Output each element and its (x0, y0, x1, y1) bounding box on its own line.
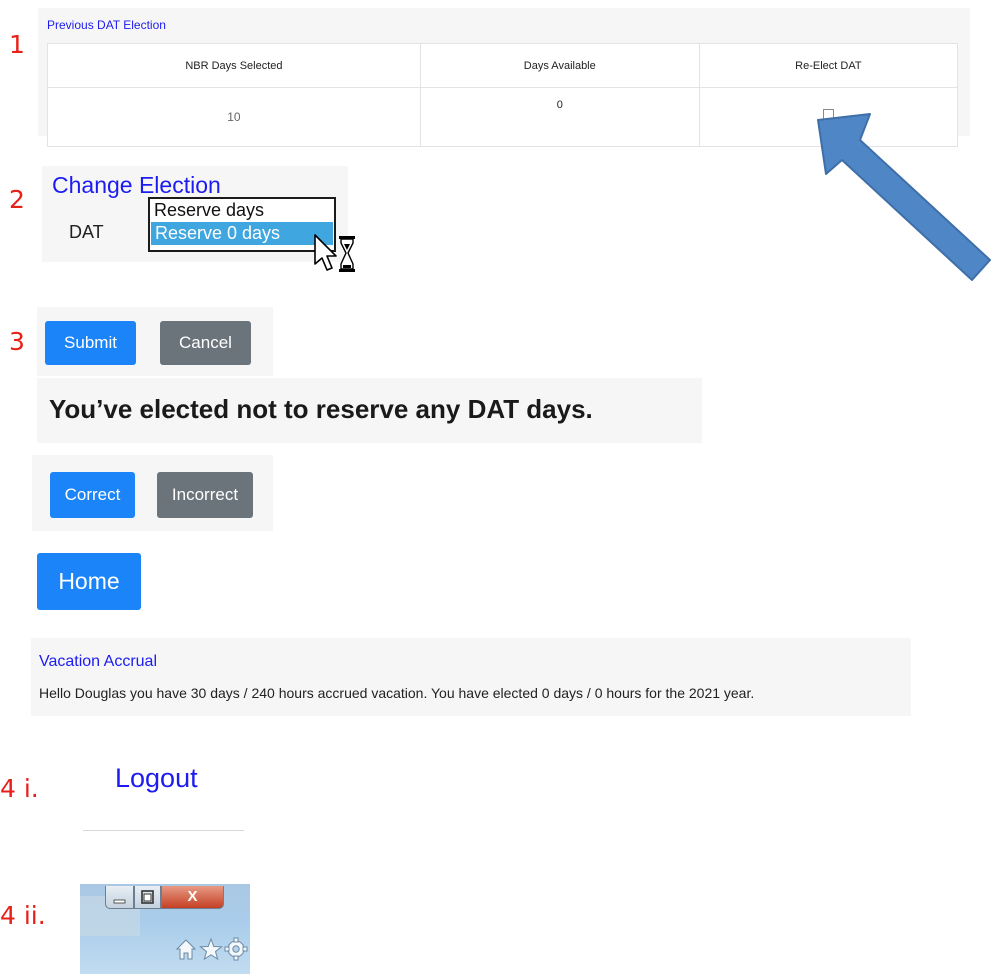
vacation-accrual-title: Vacation Accrual (39, 653, 157, 670)
minimize-icon (113, 899, 126, 904)
restore-icon (141, 890, 154, 904)
previous-election-title: Previous DAT Election (47, 18, 166, 32)
star-icon[interactable] (199, 937, 223, 961)
home-button[interactable]: Home (37, 553, 141, 610)
incorrect-button[interactable]: Incorrect (157, 472, 253, 518)
vacation-accrual-text: Hello Douglas you have 30 days / 240 hou… (39, 685, 755, 701)
window-controls: X (103, 886, 248, 912)
correct-incorrect-panel: Correct Incorrect (32, 455, 273, 531)
correct-button[interactable]: Correct (50, 472, 135, 518)
change-election-panel: Change Election DAT Reserve days Reserve… (42, 166, 355, 272)
logout-link[interactable]: Logout (115, 763, 198, 794)
close-icon: X (187, 888, 198, 905)
gear-icon[interactable] (224, 937, 248, 961)
restore-button[interactable] (134, 886, 161, 909)
dat-election-dropdown[interactable]: Reserve days Reserve 0 days (148, 197, 336, 252)
header-days-available: Days Available (419, 43, 700, 88)
browser-toolbar-icons (175, 937, 248, 961)
confirmation-message: You’ve elected not to reserve any DAT da… (49, 394, 593, 424)
change-election-title: Change Election (52, 172, 221, 198)
step-3-label: 3 (9, 327, 25, 356)
table-header-row: NBR Days Selected Days Available Re-Elec… (47, 43, 959, 88)
step-1-label: 1 (9, 30, 25, 59)
header-re-elect-dat: Re-Elect DAT (698, 43, 959, 88)
step-4i-label: 4 i. (0, 774, 39, 803)
dat-label: DAT (69, 222, 104, 242)
logout-divider (83, 830, 244, 831)
cell-days-selected: 10 (47, 87, 421, 147)
minimize-button[interactable] (105, 886, 134, 909)
vacation-accrual-panel: Vacation Accrual Hello Douglas you have … (31, 638, 911, 716)
home-icon[interactable] (175, 939, 197, 960)
header-nbr-days-selected: NBR Days Selected (47, 43, 421, 88)
close-button[interactable]: X (161, 886, 224, 909)
cancel-button[interactable]: Cancel (160, 321, 251, 365)
dropdown-option-reserve-days[interactable]: Reserve days (150, 199, 334, 222)
annotation-arrow-icon (817, 113, 991, 281)
dropdown-option-reserve-0-days[interactable]: Reserve 0 days (151, 222, 333, 245)
submit-button[interactable]: Submit (45, 321, 136, 365)
confirmation-panel: You’ve elected not to reserve any DAT da… (37, 378, 702, 443)
cell-days-available: 0 (419, 87, 700, 147)
browser-chrome: X (80, 884, 250, 974)
submit-cancel-panel: Submit Cancel (37, 307, 273, 376)
step-2-label: 2 (9, 185, 25, 214)
busy-cursor-icon (314, 234, 355, 272)
step-4ii-label: 4 ii. (0, 901, 46, 930)
